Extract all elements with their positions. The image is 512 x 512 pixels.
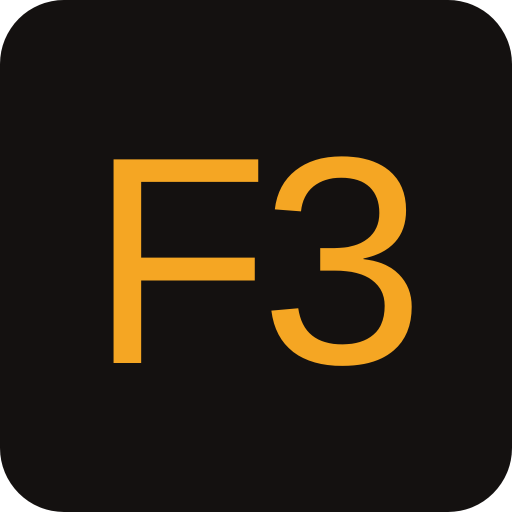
key-label: F3 <box>89 95 424 426</box>
function-key-f3[interactable]: F3 <box>0 0 512 512</box>
